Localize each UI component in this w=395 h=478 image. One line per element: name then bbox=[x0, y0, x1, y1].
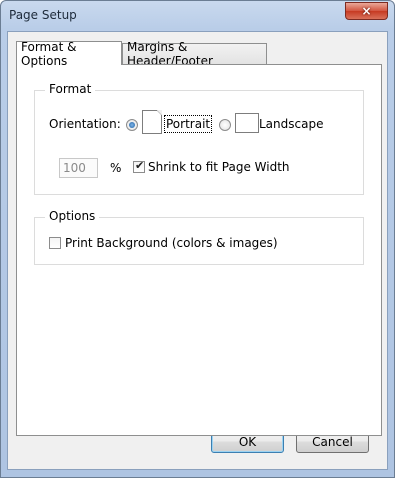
print-background-checkbox[interactable] bbox=[49, 237, 61, 249]
window-title: Page Setup bbox=[9, 8, 77, 22]
shrink-to-fit-checkbox[interactable] bbox=[133, 159, 145, 173]
print-background-label[interactable]: Print Background (colors & images) bbox=[65, 236, 278, 250]
portrait-radio[interactable] bbox=[126, 119, 138, 131]
options-group-label: Options bbox=[45, 209, 100, 223]
dialog-client-area: Format & Options Margins & Header/Footer… bbox=[7, 31, 388, 470]
close-icon: × bbox=[361, 4, 372, 18]
page-setup-dialog: Page Setup × Format & Options Margins & … bbox=[0, 0, 395, 478]
tab-label: Format & Options bbox=[21, 39, 77, 68]
ok-button-label: OK bbox=[238, 434, 257, 449]
orientation-label: Orientation: bbox=[49, 117, 121, 131]
percent-label: % bbox=[110, 161, 122, 175]
tab-format-options[interactable]: Format & Options bbox=[16, 39, 122, 68]
landscape-radio[interactable] bbox=[219, 119, 231, 131]
scale-input[interactable]: 100 bbox=[59, 158, 98, 178]
tab-panel-format-options: Format Orientation: Portrait Landscape 1… bbox=[16, 64, 382, 436]
cancel-button-label: Cancel bbox=[312, 434, 353, 449]
landscape-page-icon bbox=[235, 113, 259, 133]
landscape-label[interactable]: Landscape bbox=[259, 117, 323, 131]
portrait-label[interactable]: Portrait bbox=[163, 115, 213, 133]
shrink-to-fit-label[interactable]: Shrink to fit Page Width bbox=[148, 160, 290, 174]
close-button[interactable]: × bbox=[345, 2, 388, 20]
options-group: Options Print Background (colors & image… bbox=[34, 209, 364, 265]
format-group: Format Orientation: Portrait Landscape 1… bbox=[34, 82, 364, 195]
tab-margins-header-footer[interactable]: Margins & Header/Footer bbox=[122, 40, 267, 68]
format-group-label: Format bbox=[45, 82, 96, 96]
portrait-page-icon bbox=[142, 110, 162, 134]
